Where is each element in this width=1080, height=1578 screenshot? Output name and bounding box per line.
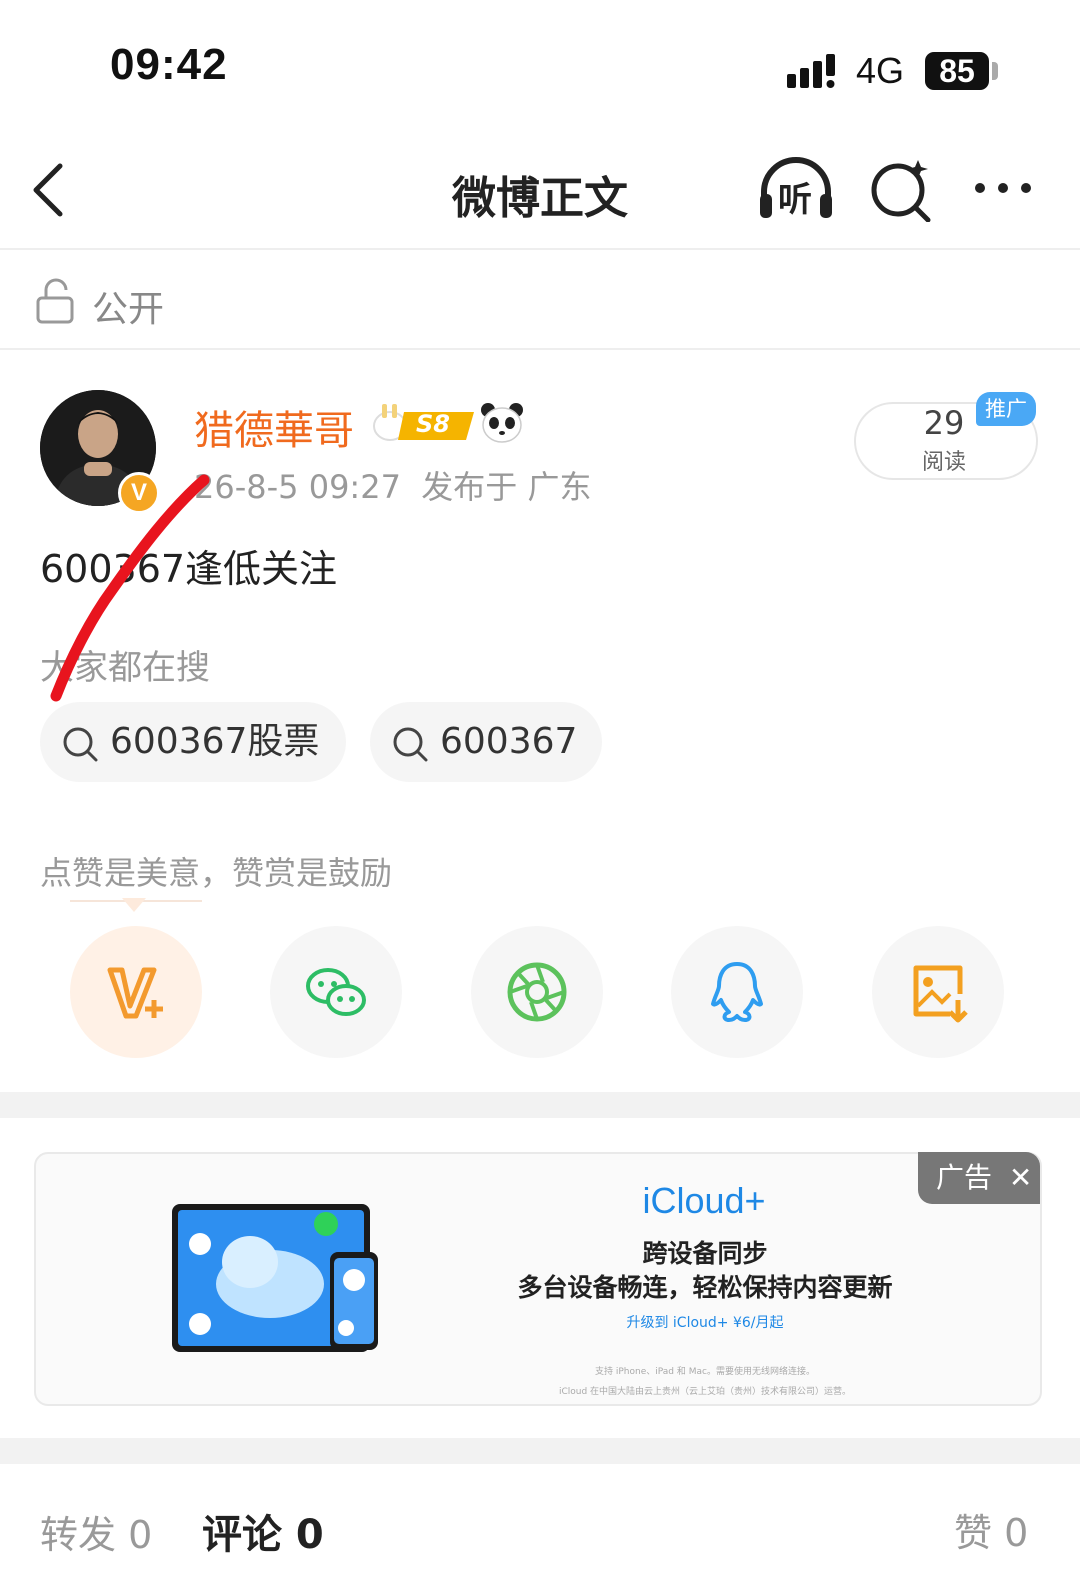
battery-level: 85 xyxy=(925,52,989,90)
save-image-button[interactable] xyxy=(872,926,1004,1058)
ad-fine-print: iCloud 在中国大陆由云上贵州（云上艾珀（贵州）技术有限公司）运营。 xyxy=(558,1387,852,1397)
status-time: 09:42 xyxy=(110,40,228,89)
tab-like[interactable]: 赞 0 xyxy=(954,1502,1028,1557)
post-text: 600367逢低关注 xyxy=(40,547,338,591)
more-options-icon[interactable] xyxy=(970,170,1036,206)
post-meta: 26-8-5 09:27 发布于 广东 xyxy=(194,468,592,506)
save-image-icon xyxy=(913,965,968,1023)
section-divider xyxy=(0,1092,1080,1118)
section-divider xyxy=(0,1438,1080,1464)
verified-badge: V xyxy=(118,472,160,514)
divider xyxy=(0,348,1080,350)
ad-cta[interactable]: 升级到 iCloud+ ¥6/月起 xyxy=(450,1312,960,1332)
search-chip-label: 600367 xyxy=(440,721,578,762)
search-icon xyxy=(63,727,98,762)
like-prompt: 点赞是美意，赞赏是鼓励 xyxy=(40,854,393,892)
ad-brand: iCloud+ xyxy=(642,1180,766,1221)
lock-open-icon xyxy=(36,278,74,324)
signal-icon xyxy=(787,54,835,88)
search-icon[interactable] xyxy=(868,156,934,222)
tab-repost[interactable]: 转发 0 xyxy=(40,1504,152,1559)
ad-device-illustration xyxy=(172,1204,378,1352)
battery-tip xyxy=(992,62,998,80)
promote-badge[interactable]: 推广 xyxy=(976,392,1036,426)
share-qq-button[interactable] xyxy=(671,926,803,1058)
moments-icon xyxy=(507,962,567,1022)
visibility-label: 公开 xyxy=(92,289,165,330)
listen-button[interactable]: 听 xyxy=(758,156,834,222)
listen-label: 听 xyxy=(778,180,812,220)
search-icon xyxy=(393,727,428,762)
ad-subheadline: 多台设备畅连，轻松保持内容更新 xyxy=(517,1273,893,1302)
username[interactable]: 猎德華哥 xyxy=(194,398,354,456)
ad-tag-label: 广告 xyxy=(936,1161,993,1194)
weibo-v-plus-icon xyxy=(107,967,163,1019)
search-chip[interactable]: 600367 xyxy=(370,702,602,782)
ad-close-button[interactable]: 广告 ✕ xyxy=(918,1152,1040,1204)
read-count-label: 阅读 xyxy=(921,450,966,475)
level-badge: S8 xyxy=(370,402,474,444)
tab-comment[interactable]: 评论 0 xyxy=(202,1502,324,1560)
search-chip-label: 600367股票 xyxy=(110,721,320,762)
share-wechat-button[interactable] xyxy=(270,926,402,1058)
qq-icon xyxy=(711,962,763,1022)
ad-fine-print: 支持 iPhone、iPad 和 Mac。需要使用无线网络连接。 xyxy=(595,1367,815,1377)
network-type: 4G xyxy=(856,50,905,91)
search-chip[interactable]: 600367股票 xyxy=(40,702,346,782)
trending-search-label: 大家都在搜 xyxy=(40,648,210,688)
ad-headline: 跨设备同步 xyxy=(642,1239,768,1268)
close-icon: ✕ xyxy=(1008,1161,1033,1194)
divider xyxy=(0,248,1080,250)
panda-icon xyxy=(481,403,523,443)
share-moments-button[interactable] xyxy=(471,926,603,1058)
level-text: S8 xyxy=(416,410,450,438)
wechat-icon xyxy=(306,968,366,1016)
caret-indicator xyxy=(122,898,146,912)
share-weibo-button[interactable] xyxy=(70,926,202,1058)
